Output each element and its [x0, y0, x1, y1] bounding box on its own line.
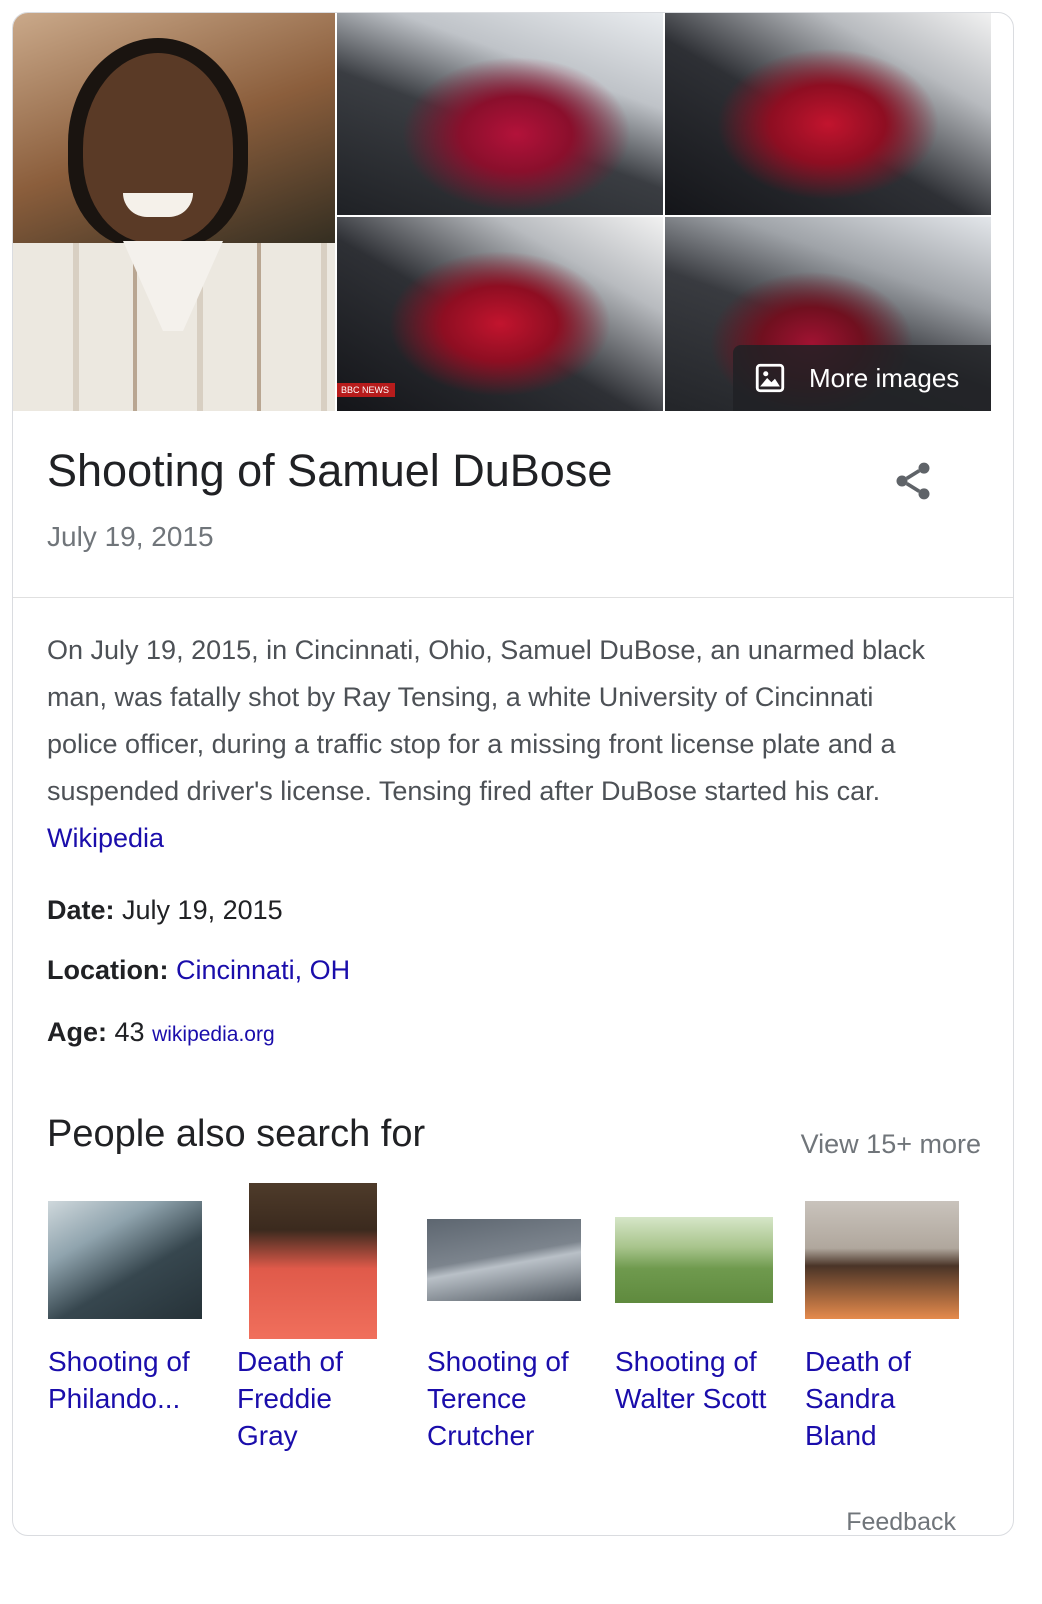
description: On July 19, 2015, in Cincinnati, Ohio, S… — [47, 627, 947, 862]
bodycam-image-3[interactable]: BBC NEWS — [337, 217, 663, 411]
wikipedia-link[interactable]: Wikipedia — [47, 823, 164, 853]
related-entity-thumbnail[interactable] — [48, 1201, 202, 1319]
knowledge-panel: BBC NEWS More images Shooting of Samuel … — [12, 12, 1014, 1536]
fact-location-link[interactable]: Cincinnati, OH — [176, 955, 350, 985]
more-images-label: More images — [809, 362, 960, 393]
fact-date-value: July 19, 2015 — [122, 895, 283, 925]
image-icon — [755, 363, 785, 393]
fact-age: Age: 43 wikipedia.org — [47, 1017, 275, 1048]
related-entity-label[interactable]: Death of Freddie Gray — [237, 1343, 397, 1454]
fact-location-label: Location: — [47, 955, 169, 985]
fact-age-source-link[interactable]: wikipedia.org — [152, 1023, 275, 1046]
view-more-link[interactable]: View 15+ more — [801, 1129, 981, 1160]
share-icon[interactable] — [891, 459, 935, 503]
news-badge: BBC NEWS — [337, 383, 395, 397]
related-entity-label[interactable]: Death of Sandra Bland — [805, 1343, 965, 1454]
page-subtitle: July 19, 2015 — [47, 521, 214, 552]
fact-date-label: Date: — [47, 895, 115, 925]
fact-age-label: Age: — [47, 1017, 107, 1047]
description-text: On July 19, 2015, in Cincinnati, Ohio, S… — [47, 635, 925, 806]
portrait-image[interactable] — [13, 13, 335, 411]
divider — [13, 597, 1013, 598]
fact-age-value: 43 — [114, 1017, 145, 1047]
people-also-search-title: People also search for — [47, 1113, 426, 1155]
bodycam-image-1[interactable] — [337, 13, 663, 215]
page-title: Shooting of Samuel DuBose — [47, 445, 613, 496]
related-entity-thumbnail[interactable] — [615, 1217, 773, 1303]
related-entity-thumbnail[interactable] — [427, 1219, 581, 1301]
feedback-link[interactable]: Feedback — [846, 1508, 956, 1537]
fact-location: Location: Cincinnati, OH — [47, 955, 350, 986]
related-entity-thumbnail[interactable] — [805, 1201, 959, 1319]
related-entity-label[interactable]: Shooting of Walter Scott — [615, 1343, 775, 1417]
related-entity-label[interactable]: Shooting of Terence Crutcher — [427, 1343, 587, 1454]
fact-date: Date: July 19, 2015 — [47, 895, 283, 926]
bodycam-image-4[interactable]: More images — [665, 217, 991, 411]
related-entity-label[interactable]: Shooting of Philando... — [48, 1343, 208, 1417]
related-entity-thumbnail[interactable] — [249, 1183, 377, 1339]
bodycam-image-2[interactable] — [665, 13, 991, 215]
more-images-button[interactable]: More images — [733, 345, 991, 411]
